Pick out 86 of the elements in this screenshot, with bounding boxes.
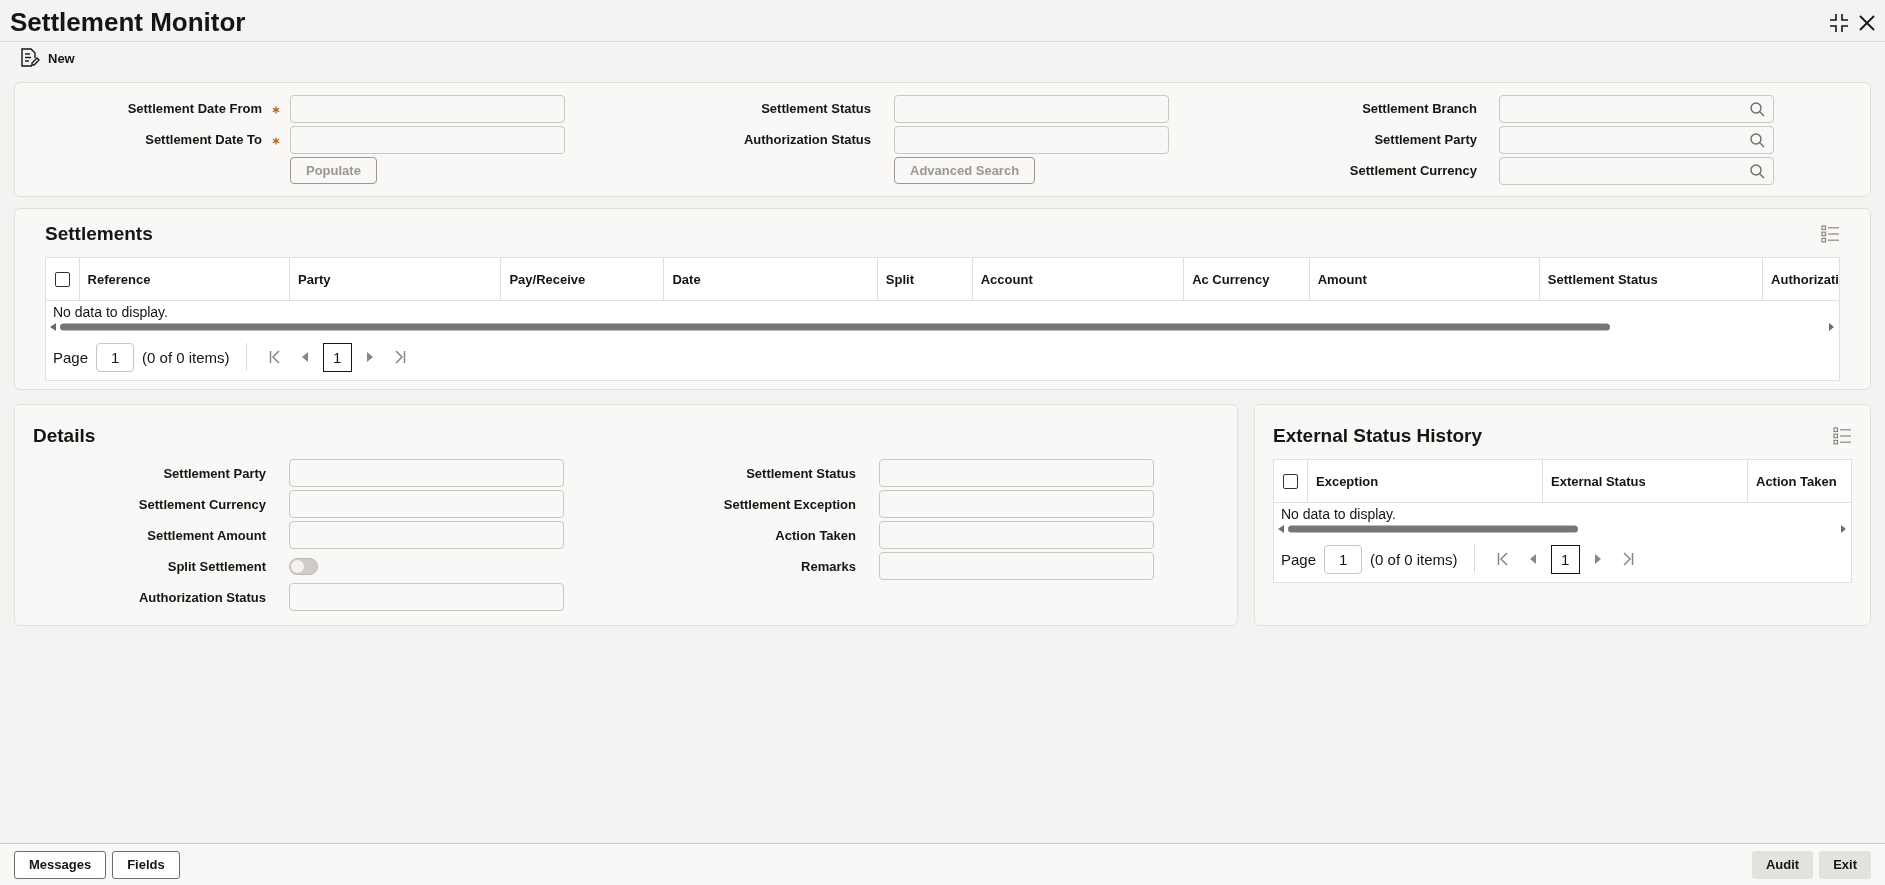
- input-field[interactable]: [289, 459, 564, 487]
- lookup-field[interactable]: [1499, 156, 1774, 185]
- column-header[interactable]: Split: [877, 258, 973, 300]
- page-label: Page: [53, 348, 89, 366]
- collapse-icon[interactable]: [1829, 12, 1849, 33]
- input-field[interactable]: [879, 552, 1154, 580]
- field-label: Settlement Party: [1373, 132, 1477, 147]
- footer-button[interactable]: Fields: [112, 850, 180, 879]
- column-header[interactable]: Amount: [1309, 258, 1540, 300]
- section-title: Settlements: [45, 223, 153, 245]
- field-label: Split Settlement: [166, 558, 266, 574]
- input-field[interactable]: [289, 521, 564, 549]
- input-field[interactable]: [894, 125, 1169, 154]
- select-all-checkbox[interactable]: [1283, 473, 1298, 489]
- footer-button[interactable]: Audit: [1751, 850, 1814, 879]
- column-header[interactable]: Account: [972, 258, 1185, 300]
- input-field[interactable]: [290, 125, 565, 154]
- page-title: Settlement Monitor: [10, 7, 246, 38]
- input-field[interactable]: [290, 94, 565, 123]
- empty-message: No data to display.: [52, 303, 169, 320]
- input-field[interactable]: [879, 459, 1154, 487]
- next-page-icon[interactable]: [365, 352, 374, 362]
- field-label: Settlement Branch: [1361, 101, 1477, 116]
- column-header[interactable]: Ac Currency: [1184, 258, 1310, 300]
- document-edit-icon: [20, 48, 40, 68]
- current-page-button[interactable]: 1: [1550, 544, 1580, 574]
- last-page-icon[interactable]: [1621, 552, 1634, 566]
- field-label: Authorization Status: [137, 589, 266, 605]
- field-label: Authorization Status: [742, 132, 871, 147]
- section-title: Details: [33, 425, 96, 447]
- field-label: Settlement Exception: [722, 496, 856, 512]
- required-icon: [272, 105, 280, 114]
- footer-button[interactable]: Exit: [1819, 850, 1871, 879]
- page-input[interactable]: 1: [1324, 544, 1363, 574]
- column-header[interactable]: External Status: [1543, 460, 1748, 502]
- first-page-icon[interactable]: [268, 350, 281, 364]
- field-label: Settlement Currency: [1348, 163, 1477, 178]
- search-icon: [1749, 100, 1765, 117]
- scroll-right-icon[interactable]: [1828, 322, 1835, 332]
- select-all-checkbox[interactable]: [54, 271, 70, 287]
- lookup-field[interactable]: [1499, 94, 1774, 123]
- column-header[interactable]: Exception: [1308, 460, 1543, 502]
- input-field[interactable]: [289, 490, 564, 518]
- close-icon[interactable]: [1859, 14, 1875, 31]
- scroll-right-icon[interactable]: [1840, 524, 1847, 534]
- item-count: (0 of 0 items): [1370, 550, 1458, 568]
- field-label: Settlement Party: [162, 465, 266, 481]
- column-header[interactable]: Authorizati: [1763, 258, 1839, 300]
- column-header[interactable]: Date: [664, 258, 878, 300]
- column-header[interactable]: Settlement Status: [1539, 258, 1764, 300]
- field-label: Settlement Currency: [137, 496, 266, 512]
- field-label: Settlement Status: [745, 465, 856, 481]
- previous-page-icon[interactable]: [1528, 554, 1537, 564]
- column-header[interactable]: Party: [290, 258, 502, 300]
- field-label: Settlement Status: [760, 101, 871, 116]
- new-button[interactable]: New: [18, 46, 77, 70]
- lookup-field[interactable]: [1499, 125, 1774, 154]
- required-icon: [272, 136, 280, 145]
- page-label: Page: [1281, 550, 1317, 568]
- input-field[interactable]: [879, 521, 1154, 549]
- column-header[interactable]: Action Taken: [1748, 460, 1851, 502]
- section-title: External Status History: [1273, 425, 1483, 447]
- empty-message: No data to display.: [1280, 505, 1397, 522]
- list-view-icon: [1821, 225, 1840, 243]
- column-header[interactable]: Pay/Receive: [501, 258, 665, 300]
- last-page-icon[interactable]: [393, 350, 406, 364]
- field-label: Settlement Amount: [146, 527, 266, 543]
- field-label: Remarks: [800, 558, 856, 574]
- current-page-button[interactable]: 1: [322, 342, 352, 372]
- search-icon: [1749, 131, 1765, 148]
- column-header[interactable]: Reference: [79, 258, 290, 300]
- page-input[interactable]: 1: [96, 342, 135, 372]
- list-view-icon: [1833, 427, 1852, 445]
- input-field[interactable]: [289, 583, 564, 611]
- field-label: Action Taken: [774, 527, 856, 543]
- search-icon: [1749, 162, 1765, 179]
- footer-button[interactable]: Messages: [14, 850, 107, 879]
- input-field[interactable]: [879, 490, 1154, 518]
- item-count: (0 of 0 items): [142, 348, 230, 366]
- previous-page-icon[interactable]: [300, 352, 309, 362]
- input-field[interactable]: [894, 94, 1169, 123]
- field-label: Settlement Date From: [126, 101, 262, 116]
- first-page-icon[interactable]: [1496, 552, 1509, 566]
- field-label: Settlement Date To: [144, 132, 262, 147]
- toggle-switch[interactable]: [289, 557, 318, 575]
- next-page-icon[interactable]: [1593, 554, 1602, 564]
